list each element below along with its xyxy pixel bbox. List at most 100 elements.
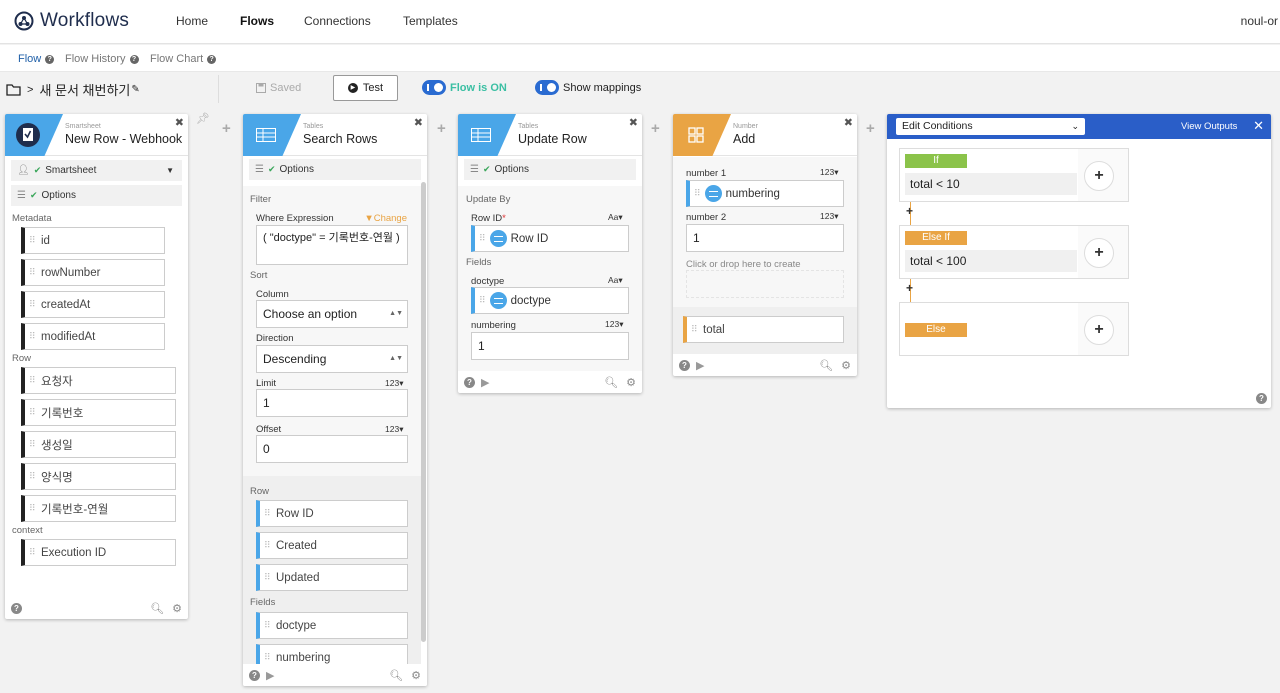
drag-handle-icon[interactable]: ⠿ [694,188,701,199]
close-icon[interactable]: ✖ [414,116,423,129]
change-filter-link[interactable]: ▼Change [364,213,407,224]
drag-handle-icon[interactable]: ⠿ [29,472,36,481]
close-icon[interactable]: ✖ [844,116,853,129]
subnav-flow-history[interactable]: Flow History? [65,53,139,65]
output-field-doctype[interactable]: ⠿ doctype [256,612,408,639]
nav-flows[interactable]: Flows [240,14,274,28]
close-icon[interactable]: ✕ [1253,118,1264,134]
add-branch-plus-icon[interactable]: + [1084,161,1114,191]
subnav-flow[interactable]: Flow? [18,53,55,65]
step-title[interactable]: New Row - Webhook [65,132,182,146]
step-title[interactable]: Search Rows [303,132,377,146]
insert-condition-plus-icon[interactable]: + [906,281,913,295]
output-field-created-date[interactable]: ⠿ 생성일 [21,431,176,458]
output-field-record-number[interactable]: ⠿ 기록번호 [21,399,176,426]
help-icon[interactable]: ? [679,359,690,371]
numbering-input[interactable]: 1 [471,332,629,360]
help-icon[interactable]: ? [11,602,22,614]
add-step-plus-icon[interactable]: + [651,120,660,137]
output-field-created[interactable]: ⠿ Created [256,532,408,559]
output-field-rownumber[interactable]: ⠿ rowNumber [21,259,165,286]
view-outputs-link[interactable]: View Outputs [1181,121,1237,132]
drag-handle-icon[interactable]: ⠿ [29,376,36,385]
row-id-mapping[interactable]: ⠿ Row ID [471,225,629,252]
test-button[interactable]: ▶ Test [333,75,398,101]
add-step-plus-icon[interactable]: + [437,120,446,137]
output-field-row-id[interactable]: ⠿ Row ID [256,500,408,527]
number-type-badge[interactable]: 123▾ [820,167,838,178]
pin-icon[interactable]: 📌︎ [196,112,210,125]
add-step-plus-icon[interactable]: + [866,120,875,137]
output-field-id[interactable]: ⠿ id [21,227,165,254]
output-field-modifiedat[interactable]: ⠿ modifiedAt [21,323,165,350]
drag-handle-icon[interactable]: ⠿ [479,295,486,306]
output-field-createdat[interactable]: ⠿ createdAt [21,291,165,318]
folder-icon[interactable] [6,83,21,96]
condition-expression[interactable]: total < 10 [905,173,1077,195]
drag-handle-icon[interactable]: ⠿ [264,653,271,662]
drag-handle-icon[interactable]: ⠿ [29,300,36,309]
output-field-form-name[interactable]: ⠿ 양식명 [21,463,176,490]
column-select[interactable]: Choose an option ▲▼ [256,300,408,328]
drag-handle-icon[interactable]: ⠿ [264,621,271,630]
output-field-requester[interactable]: ⠿ 요청자 [21,367,176,394]
output-field-updated[interactable]: ⠿ Updated [256,564,408,591]
drag-handle-icon[interactable]: ⠿ [264,541,271,550]
number-2-input[interactable]: 1 [686,224,844,252]
nav-templates[interactable]: Templates [403,14,458,28]
flow-name[interactable]: 새 문서 채번하기 [39,80,130,99]
gear-icon[interactable]: ⚙ [172,602,182,615]
close-icon[interactable]: ✖ [175,116,184,129]
drag-handle-icon[interactable]: ⠿ [264,509,271,518]
search-icon[interactable]: 🔍︎ [604,376,618,389]
insert-condition-plus-icon[interactable]: + [906,204,913,218]
search-icon[interactable]: 🔍︎ [150,602,164,615]
text-type-badge[interactable]: Aa▾ [608,212,623,223]
offset-input[interactable]: 0 [256,435,408,463]
brand-logo[interactable]: Workflows [14,10,129,32]
help-icon[interactable]: ? [464,376,475,388]
help-icon[interactable]: ? [249,669,260,681]
output-field-total[interactable]: ⠿ total [683,316,844,343]
help-icon[interactable]: ? [207,54,217,64]
play-icon[interactable]: ▶ [481,376,489,389]
add-branch-plus-icon[interactable]: + [1084,315,1114,345]
drop-zone[interactable] [686,270,844,298]
drag-handle-icon[interactable]: ⠿ [264,573,271,582]
drag-handle-icon[interactable]: ⠿ [691,325,698,334]
edit-pencil-icon[interactable]: ✎ [131,84,139,95]
gear-icon[interactable]: ⚙ [411,669,421,682]
search-icon[interactable]: 🔍︎ [389,669,403,682]
add-branch-plus-icon[interactable]: + [1084,238,1114,268]
direction-select[interactable]: Descending ▲▼ [256,345,408,373]
condition-expression[interactable]: total < 100 [905,250,1077,272]
drag-handle-icon[interactable]: ⠿ [29,548,36,557]
where-expression-input[interactable]: ( "doctype" = 기록번호-연월 ) [256,225,408,265]
number-type-badge[interactable]: 123▾ [820,211,838,222]
flow-on-toggle[interactable] [422,80,446,95]
play-icon[interactable]: ▶ [696,359,704,372]
doctype-mapping[interactable]: ⠿ doctype [471,287,629,314]
nav-home[interactable]: Home [176,14,208,28]
number-1-mapping[interactable]: ⠿ numbering [686,180,844,207]
user-menu[interactable]: noul-or [1241,14,1278,28]
nav-connections[interactable]: Connections [304,14,371,28]
drag-handle-icon[interactable]: ⠿ [29,504,36,513]
output-field-execution-id[interactable]: ⠿ Execution ID [21,539,176,566]
help-icon[interactable]: ? [45,54,55,64]
account-selector[interactable]: 👤︎ ✔ Smartsheet ▼ [11,160,182,181]
add-step-plus-icon[interactable]: + [222,120,231,137]
conditions-mode-select[interactable]: Edit Conditions ⌄ [896,118,1085,135]
options-row[interactable]: ☰ ✔ Options [464,159,636,180]
text-type-badge[interactable]: Aa▾ [608,275,623,286]
help-icon[interactable]: ? [1256,393,1267,404]
options-row[interactable]: ☰ ✔ Options [11,185,182,206]
options-row[interactable]: ☰ ✔ Options [249,159,421,180]
limit-input[interactable]: 1 [256,389,408,417]
step-title[interactable]: Add [733,132,755,146]
number-type-badge[interactable]: 123▾ [385,378,403,389]
drag-handle-icon[interactable]: ⠿ [29,332,36,341]
show-mappings-toggle[interactable] [535,80,559,95]
gear-icon[interactable]: ⚙ [841,359,851,372]
drag-handle-icon[interactable]: ⠿ [29,440,36,449]
